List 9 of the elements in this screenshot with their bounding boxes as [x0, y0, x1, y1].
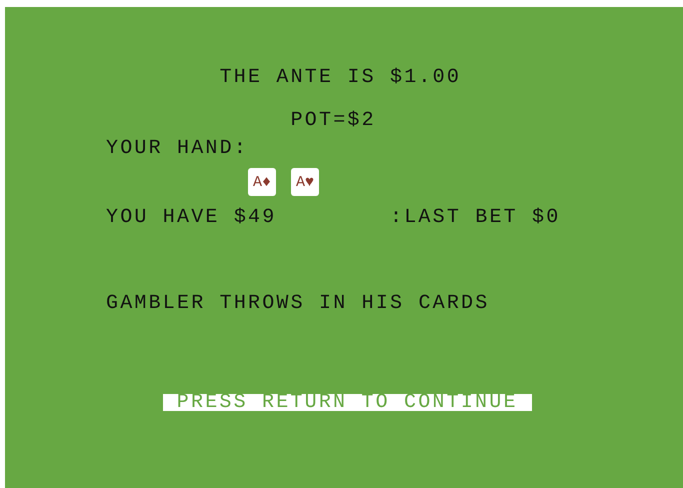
pot-text: POT=$2 — [290, 108, 376, 132]
status-message: GAMBLER THROWS IN HIS CARDS — [106, 292, 490, 314]
playing-card: A♥ — [291, 168, 319, 196]
ante-text: THE ANTE IS $1.00 — [220, 66, 462, 88]
continue-prompt: PRESS RETURN TO CONTINUE — [162, 394, 532, 410]
bankroll-text: YOU HAVE $49 — [106, 206, 276, 228]
hand-label: YOUR HAND: — [106, 136, 248, 160]
last-bet-text: :LAST BET $0 — [390, 206, 560, 228]
playing-card: A♦ — [248, 168, 276, 196]
